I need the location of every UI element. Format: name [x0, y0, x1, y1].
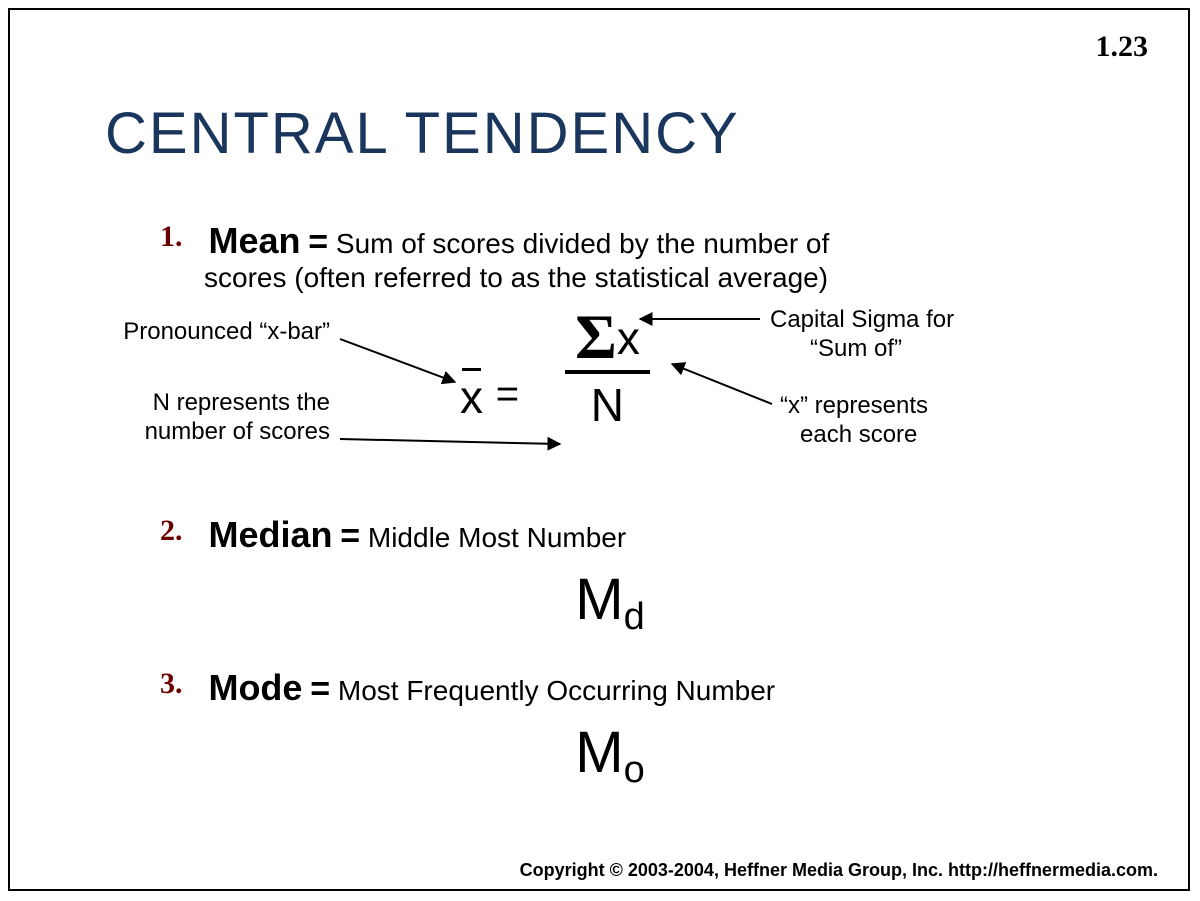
slide-title: CENTRAL TENDENCY: [105, 100, 740, 167]
mode-description: Most Frequently Occurring Number: [338, 675, 775, 706]
equals-sign: =: [310, 670, 330, 708]
term-mode: Mode: [208, 667, 302, 708]
item-number: 3.: [160, 667, 204, 701]
median-symbol: Md: [310, 566, 910, 639]
formula-N: N: [565, 378, 650, 432]
formula-sigma: Σ: [575, 301, 617, 372]
formula-xbar: x: [460, 370, 483, 424]
annotation-x: “x” represents each score: [780, 392, 928, 450]
slide-frame: 1.23 CENTRAL TENDENCY 1. Mean = Sum of s…: [8, 8, 1190, 891]
formula-x: x: [617, 312, 640, 364]
mode-symbol-main: M: [575, 720, 623, 785]
content-list: 1. Mean = Sum of scores divided by the n…: [160, 220, 1100, 820]
list-item-mode: 3. Mode = Most Frequently Occurring Numb…: [160, 667, 1100, 709]
item-number: 2.: [160, 514, 204, 548]
annotation-sigma-line1: Capital Sigma for: [770, 306, 954, 333]
term-median: Median: [208, 514, 332, 555]
slide-number: 1.23: [1096, 30, 1149, 64]
annotation-sigma: Capital Sigma for “Sum of”: [770, 306, 954, 364]
item-number: 1.: [160, 220, 204, 254]
annotation-N-line1: N represents the: [153, 389, 330, 416]
annotation-x-line1: “x” represents: [780, 392, 928, 419]
formula-lhs: x =: [460, 370, 519, 424]
annotation-xbar: Pronounced “x-bar”: [70, 318, 330, 347]
median-symbol-sub: d: [624, 596, 645, 638]
copyright-line: Copyright © 2003-2004, Heffner Media Gro…: [520, 860, 1158, 881]
equals-sign: =: [340, 517, 360, 555]
mean-description-line1: Sum of scores divided by the number of: [336, 228, 829, 259]
annotation-N-line2: number of scores: [145, 418, 330, 445]
annotation-N: N represents the number of scores: [70, 389, 330, 447]
term-mean: Mean: [208, 220, 300, 261]
annotation-x-line2: each score: [780, 421, 917, 448]
median-description: Middle Most Number: [368, 522, 626, 553]
mode-symbol: Mo: [310, 719, 910, 792]
mode-symbol-sub: o: [624, 749, 645, 791]
formula-equals: =: [496, 372, 519, 416]
list-item-mean: 1. Mean = Sum of scores divided by the n…: [160, 220, 1100, 294]
equals-sign: =: [308, 223, 328, 261]
formula-fraction: Σx N: [565, 308, 650, 432]
mean-formula-diagram: Pronounced “x-bar” N represents the numb…: [160, 304, 1100, 514]
median-symbol-main: M: [575, 567, 623, 632]
mean-description-line2: scores (often referred to as the statist…: [204, 262, 1100, 294]
list-item-median: 2. Median = Middle Most Number: [160, 514, 1100, 556]
annotation-sigma-line2: “Sum of”: [770, 335, 902, 362]
